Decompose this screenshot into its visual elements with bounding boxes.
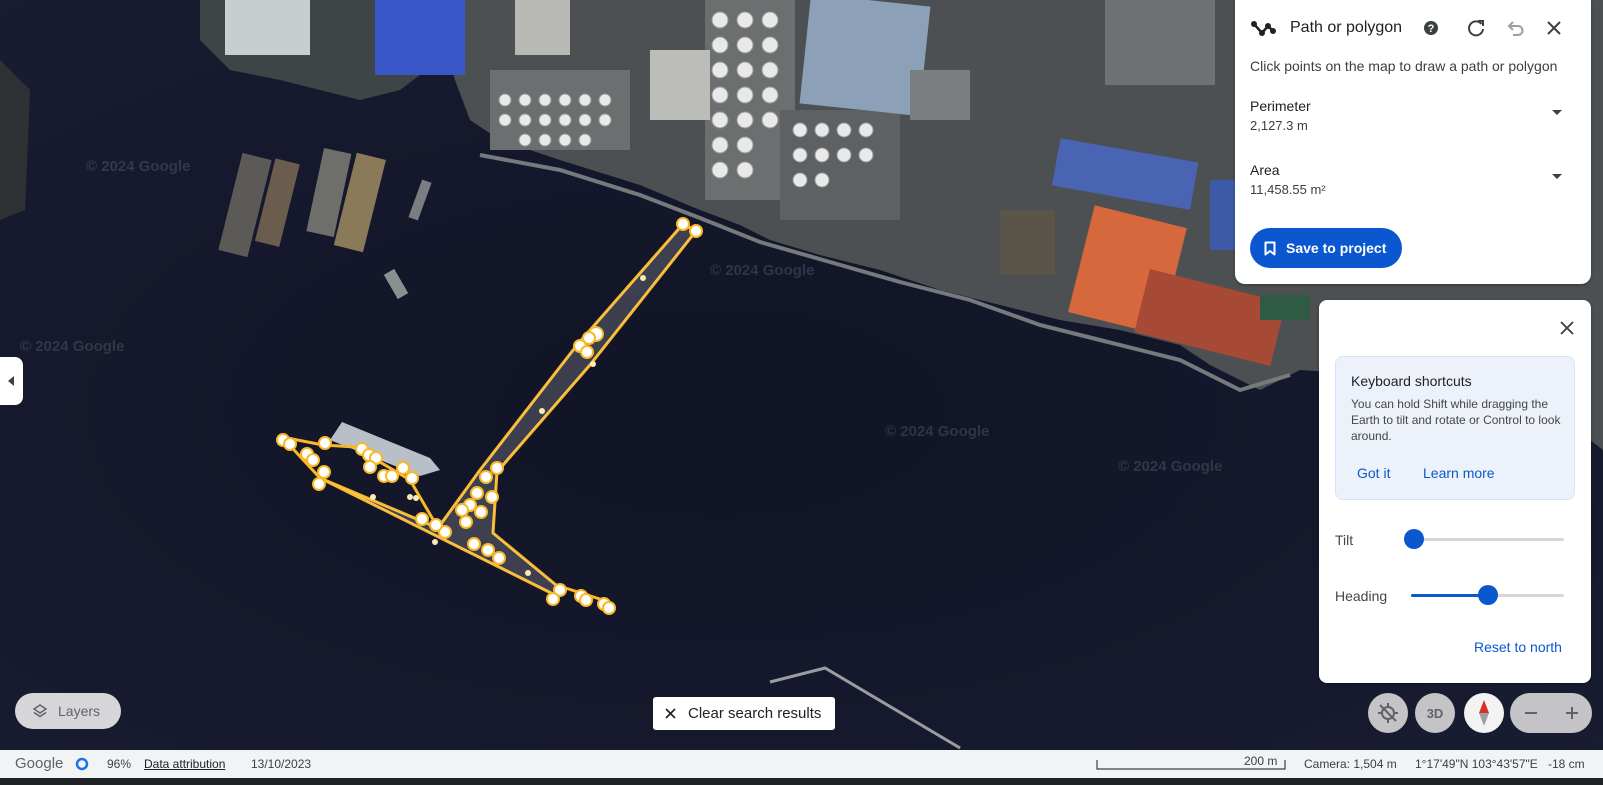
heading-label: Heading <box>1335 588 1388 604</box>
toggle-3d-label: 3D <box>1426 705 1444 721</box>
tilt-label: Tilt <box>1335 532 1354 548</box>
camera-altitude: Camera: 1,504 m <box>1304 757 1397 771</box>
chevron-left-icon <box>7 376 14 386</box>
caret-down-icon <box>1552 110 1562 115</box>
help-button[interactable]: ? <box>1417 14 1445 42</box>
heading-slider-thumb[interactable] <box>1477 585 1498 605</box>
path-icon <box>1251 21 1276 36</box>
measure-hint: Click points on the map to draw a path o… <box>1250 58 1558 74</box>
zoom-in-button[interactable] <box>1551 693 1592 733</box>
close-view-panel-button[interactable] <box>1553 314 1581 342</box>
taskbar-strip <box>0 778 1603 785</box>
area-dropdown[interactable]: Area 11,458.55 m² <box>1250 162 1562 206</box>
compass-icon <box>1479 700 1489 726</box>
zoom-out-button[interactable] <box>1510 693 1551 733</box>
heading-slider[interactable] <box>1411 585 1564 605</box>
help-icon: ? <box>1424 21 1438 35</box>
layers-label: Layers <box>58 703 101 719</box>
view-controls-panel: Keyboard shortcuts You can hold Shift wh… <box>1319 300 1591 683</box>
svg-text:?: ? <box>1428 23 1435 35</box>
keyboard-shortcuts-card: Keyboard shortcuts You can hold Shift wh… <box>1335 356 1575 500</box>
toggle-3d-button[interactable]: 3D <box>1415 693 1455 733</box>
minus-icon <box>1524 712 1537 714</box>
collapse-sidebar-button[interactable] <box>0 357 23 405</box>
tilt-slider[interactable] <box>1404 529 1564 549</box>
measure-panel-title: Path or polygon <box>1290 19 1403 36</box>
close-panel-button[interactable] <box>1540 14 1568 42</box>
my-location-button[interactable] <box>1368 693 1408 733</box>
perimeter-label: Perimeter <box>1250 98 1311 114</box>
clear-search-results-label: Clear search results <box>688 705 822 722</box>
refresh-button[interactable] <box>1462 14 1490 42</box>
reset-to-north-link[interactable]: Reset to north <box>1474 639 1562 655</box>
close-icon <box>665 708 676 719</box>
area-label: Area <box>1250 162 1280 178</box>
got-it-button[interactable]: Got it <box>1357 465 1390 481</box>
measure-panel: Path or polygon ? Click points on the ma… <box>1235 0 1591 284</box>
compass-button[interactable] <box>1464 693 1504 733</box>
undo-button[interactable] <box>1501 14 1529 42</box>
loading-ring-icon <box>75 757 89 771</box>
tilt-slider-thumb[interactable] <box>1404 529 1425 549</box>
location-off-icon <box>1378 703 1398 723</box>
heading-slider-fill <box>1411 594 1488 597</box>
save-to-project-label: Save to project <box>1286 240 1387 256</box>
layers-icon <box>33 704 47 718</box>
caret-down-icon <box>1552 174 1562 179</box>
close-icon <box>1560 321 1574 335</box>
scale-label: 200 m <box>1244 754 1278 768</box>
plus-icon <box>1565 707 1578 719</box>
layers-button[interactable]: Layers <box>15 693 121 729</box>
zoom-controls <box>1510 693 1592 733</box>
learn-more-link[interactable]: Learn more <box>1423 465 1495 481</box>
close-icon <box>1547 21 1561 35</box>
refresh-icon <box>1468 20 1484 37</box>
imagery-date: 13/10/2023 <box>251 757 312 771</box>
status-bar: Google 96% Data attribution 13/10/2023 2… <box>0 750 1603 778</box>
google-logo: Google <box>15 755 64 772</box>
keyboard-shortcuts-title: Keyboard shortcuts <box>1351 373 1472 389</box>
area-value: 11,458.55 m² <box>1250 182 1326 197</box>
data-attribution-link[interactable]: Data attribution <box>144 757 225 771</box>
bookmark-icon <box>1264 241 1276 255</box>
cursor-elevation: -18 cm <box>1548 757 1585 771</box>
perimeter-dropdown[interactable]: Perimeter 2,127.3 m <box>1250 98 1562 142</box>
load-percent: 96% <box>107 757 132 771</box>
undo-icon <box>1507 21 1524 36</box>
clear-search-results-button[interactable]: Clear search results <box>653 697 835 730</box>
measure-panel-header: Path or polygon ? <box>1250 14 1580 42</box>
keyboard-shortcuts-text: You can hold Shift while dragging the Ea… <box>1351 397 1561 443</box>
perimeter-value: 2,127.3 m <box>1250 118 1308 133</box>
cursor-coordinates: 1°17'49"N 103°43'57"E <box>1415 757 1538 771</box>
save-to-project-button[interactable]: Save to project <box>1250 228 1403 268</box>
